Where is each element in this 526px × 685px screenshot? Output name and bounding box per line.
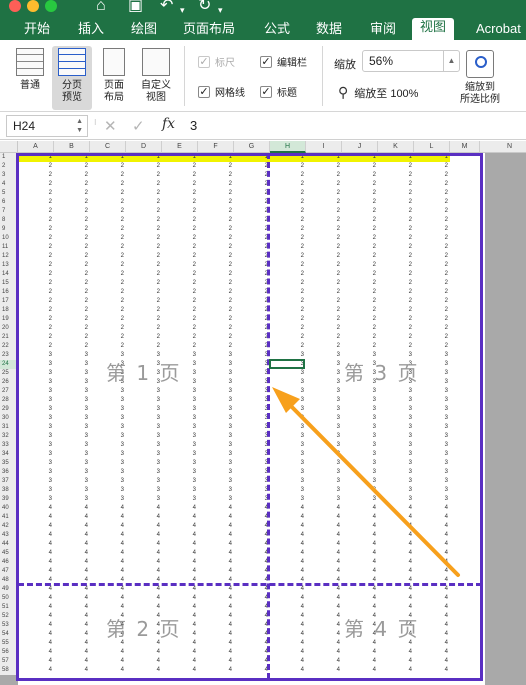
ruler-check-icon: ✓ [198, 55, 210, 68]
zoom-label: 缩放 [334, 59, 356, 71]
zoom-to-selection-button[interactable]: 缩放到 所选比例 [460, 50, 500, 106]
annotation-arrow [272, 387, 460, 577]
ruler-label: 标尺 [215, 58, 235, 69]
zoom-selection-label-2: 所选比例 [460, 94, 500, 105]
ribbon-view: 普通 分页 预览 页面 布局 自定义 视图 ✓ 标尺 ✓ 网格线 ✓ 编辑栏 ✓… [0, 40, 526, 112]
headings-label: 标题 [277, 88, 297, 99]
undo-dropdown-icon[interactable]: ▾ [180, 2, 185, 18]
page-break-preview-label-2: 预览 [62, 92, 82, 103]
normal-view-icon [16, 48, 44, 76]
home-icon[interactable]: ⌂ [96, 0, 106, 14]
zoom-to-100-button[interactable]: ⚲ 缩放至 100% [338, 84, 418, 101]
tab-review[interactable]: 审阅 [370, 20, 396, 40]
name-box-value: H24 [13, 119, 36, 133]
tab-data[interactable]: 数据 [316, 20, 342, 40]
zoom-select[interactable]: 56% ▲ [362, 50, 460, 72]
zoom-selection-icon [466, 50, 494, 78]
page-break-preview-label-1: 分页 [62, 80, 82, 91]
page-layout-label-1: 页面 [104, 80, 124, 91]
tab-draw[interactable]: 绘图 [131, 20, 157, 40]
custom-views-icon [142, 48, 170, 76]
redo-icon[interactable]: ↻ [198, 0, 211, 14]
worksheet: ABCDEFGHIJKLMN 1 2 3 4 5 6 7 8 9 10 11 12 13 14 15 16 17… [0, 141, 526, 685]
tab-view[interactable]: 视图 [412, 18, 455, 40]
name-box-stepper-icon[interactable]: ▲ ▼ [76, 117, 83, 135]
normal-view-label: 普通 [20, 80, 40, 91]
minimize-window-icon[interactable] [27, 0, 39, 12]
page-layout-label-2: 布局 [104, 92, 124, 103]
headings-checkbox[interactable]: ✓ 标题 [260, 84, 297, 99]
formula-bar-check-icon: ✓ [260, 55, 272, 68]
tab-home[interactable]: 开始 [24, 20, 50, 40]
page-layout-icon [103, 48, 125, 76]
confirm-icon[interactable]: ✓ [132, 117, 145, 135]
zoom-window-icon[interactable] [45, 0, 57, 12]
chevron-down-icon[interactable]: ▲ [443, 51, 459, 71]
headings-check-icon: ✓ [260, 85, 272, 98]
gridlines-label: 网格线 [215, 88, 245, 99]
custom-views-button[interactable]: 自定义 视图 [136, 48, 176, 108]
undo-icon[interactable]: ↶ [160, 0, 173, 14]
ribbon-divider [322, 46, 323, 106]
zoom-to-100-label: 缩放至 100% [354, 87, 419, 100]
zoom-value: 56% [369, 54, 394, 68]
tab-page-layout[interactable]: 页面布局 [183, 20, 235, 40]
zoom-selection-label-1: 缩放到 [465, 82, 495, 93]
tab-acrobat[interactable]: Acrobat [476, 20, 521, 40]
cancel-icon[interactable]: ✕ [104, 117, 117, 135]
more-icon[interactable]: ▾ [218, 2, 223, 18]
page-break-preview-button[interactable]: 分页 预览 [52, 46, 92, 110]
close-window-icon[interactable] [9, 0, 21, 12]
tab-formulas[interactable]: 公式 [264, 20, 290, 40]
save-icon[interactable]: ▣ [128, 0, 143, 14]
ribbon-divider [184, 46, 185, 106]
formula-input[interactable]: 3 [190, 118, 197, 133]
page-break-preview-icon [58, 48, 86, 76]
gridlines-checkbox[interactable]: ✓ 网格线 [198, 84, 245, 99]
custom-views-label-1: 自定义 [141, 80, 171, 91]
formula-bar-label: 编辑栏 [277, 58, 307, 69]
normal-view-button[interactable]: 普通 [10, 48, 50, 108]
gridlines-check-icon: ✓ [198, 85, 210, 98]
drag-handle-icon[interactable]: ⁝ [94, 118, 97, 127]
name-box[interactable]: H24 ▲ ▼ [6, 115, 88, 137]
custom-views-label-2: 视图 [146, 92, 166, 103]
title-tab-bar: ⌂ ▣ ↶ ▾ ↻ ▾ 开始 插入 绘图 页面布局 公式 数据 审阅 视图 Ac… [0, 0, 526, 40]
tab-insert[interactable]: 插入 [78, 20, 104, 40]
insert-function-icon[interactable]: fx [162, 116, 175, 132]
page-layout-view-button[interactable]: 页面 布局 [96, 48, 132, 108]
ruler-checkbox[interactable]: ✓ 标尺 [198, 54, 235, 69]
magnifier-icon: ⚲ [338, 84, 349, 100]
formula-bar-checkbox[interactable]: ✓ 编辑栏 [260, 54, 307, 69]
formula-bar: H24 ▲ ▼ ⁝ ✕ ✓ fx 3 [0, 112, 526, 140]
